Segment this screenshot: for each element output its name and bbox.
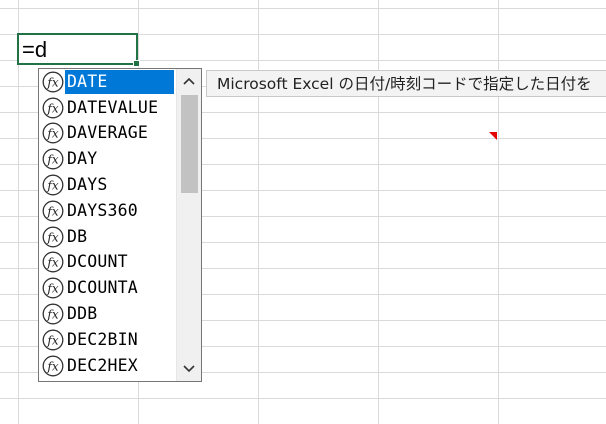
- function-icon: fx: [42, 355, 64, 377]
- autocomplete-item[interactable]: fx DATE: [39, 69, 177, 95]
- function-icon: fx: [42, 97, 64, 119]
- function-icon: fx: [42, 277, 64, 299]
- svg-text:fx: fx: [46, 179, 58, 193]
- scroll-up-button[interactable]: [177, 69, 201, 93]
- function-icon: fx: [42, 303, 64, 325]
- autocomplete-item-label: DAYS: [67, 175, 108, 195]
- autocomplete-item[interactable]: fx DAVERAGE: [39, 121, 177, 147]
- autocomplete-item-label: DB: [67, 226, 88, 246]
- comment-indicator[interactable]: [489, 132, 497, 140]
- autocomplete-item-label: DATE: [65, 69, 174, 94]
- autocomplete-item[interactable]: fx DCOUNTA: [39, 275, 177, 301]
- function-description-tooltip: Microsoft Excel の日付/時刻コードで指定した日付を: [206, 70, 606, 97]
- autocomplete-item-label: DAVERAGE: [67, 123, 149, 143]
- autocomplete-item[interactable]: fx DEC2HEX: [39, 353, 177, 379]
- function-icon: fx: [42, 329, 64, 351]
- fill-handle[interactable]: [133, 60, 140, 67]
- svg-text:fx: fx: [46, 230, 58, 244]
- svg-text:fx: fx: [46, 333, 58, 347]
- scroll-down-button[interactable]: [177, 357, 201, 381]
- autocomplete-item[interactable]: fx DAY: [39, 146, 177, 172]
- scroll-thumb[interactable]: [181, 95, 198, 193]
- chevron-up-icon: [183, 77, 195, 85]
- autocomplete-item[interactable]: fx DATEVALUE: [39, 95, 177, 121]
- autocomplete-item[interactable]: fx DEC2BIN: [39, 327, 177, 353]
- svg-text:fx: fx: [46, 308, 58, 322]
- function-icon: fx: [42, 123, 64, 144]
- function-icon: fx: [42, 200, 64, 222]
- svg-text:fx: fx: [46, 204, 58, 218]
- autocomplete-item-label: DAYS360: [67, 200, 138, 220]
- svg-text:fx: fx: [46, 256, 58, 270]
- function-icon: fx: [42, 226, 64, 248]
- autocomplete-item-label: DDB: [67, 304, 98, 324]
- cell-formula-text: =d: [22, 37, 48, 62]
- list-scrollbar[interactable]: [176, 69, 201, 381]
- function-icon: fx: [42, 71, 64, 93]
- function-icon: fx: [42, 252, 64, 273]
- autocomplete-item-label: DEC2HEX: [67, 355, 138, 375]
- autocomplete-item[interactable]: fx DB: [39, 224, 177, 250]
- svg-text:fx: fx: [46, 359, 58, 373]
- svg-text:fx: fx: [46, 127, 58, 141]
- tooltip-text: Microsoft Excel の日付/時刻コードで指定した日付を: [217, 75, 592, 93]
- formula-autocomplete-list[interactable]: fx DATE fx DATEVALUE fx DAVERAGE fx DAY fx DAYS fx…: [38, 68, 202, 382]
- svg-text:fx: fx: [46, 282, 58, 296]
- autocomplete-item[interactable]: fx DCOUNT: [39, 250, 177, 276]
- autocomplete-item[interactable]: fx DAYS360: [39, 198, 177, 224]
- active-cell-editor[interactable]: =d: [17, 33, 140, 67]
- svg-text:fx: fx: [46, 101, 58, 115]
- chevron-down-icon: [183, 365, 195, 373]
- autocomplete-item[interactable]: fx DAYS: [39, 172, 177, 198]
- svg-text:fx: fx: [46, 75, 58, 89]
- autocomplete-item-label: DCOUNT: [67, 252, 128, 272]
- svg-text:fx: fx: [46, 153, 58, 167]
- function-icon: fx: [42, 174, 64, 196]
- autocomplete-item[interactable]: fx DDB: [39, 301, 177, 327]
- autocomplete-item-label: DATEVALUE: [67, 97, 159, 117]
- autocomplete-item-label: DCOUNTA: [67, 278, 138, 298]
- function-icon: fx: [42, 148, 64, 170]
- autocomplete-item-label: DEC2BIN: [67, 329, 138, 349]
- function-list: fx DATE fx DATEVALUE fx DAVERAGE fx DAY fx DAYS fx…: [39, 69, 177, 379]
- autocomplete-item-label: DAY: [67, 149, 98, 169]
